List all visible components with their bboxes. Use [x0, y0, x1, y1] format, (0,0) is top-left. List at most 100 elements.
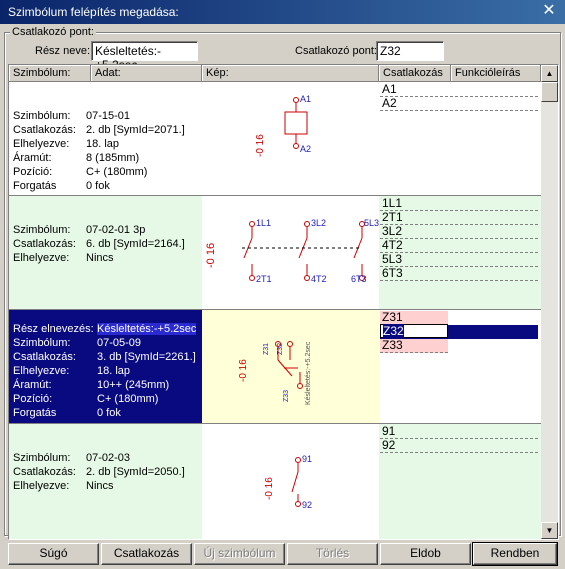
- discard-button[interactable]: Eldob: [380, 543, 471, 565]
- row-info: Szimbólum: 07-02-03 Csatlakozás: 2. db [Sy…: [9, 424, 202, 539]
- connection-edit-input[interactable]: Z32: [380, 324, 448, 338]
- connection-item[interactable]: 3L2: [380, 225, 538, 239]
- field-key: Áramút:: [13, 152, 52, 164]
- contact-symbol: -0 16 91 92: [264, 454, 312, 510]
- header-data[interactable]: Adat:: [91, 65, 202, 82]
- field-value: 10++ (245mm): [97, 379, 170, 391]
- connection-item[interactable]: Z33: [380, 339, 448, 353]
- part-name-label: Rész neve:: [35, 45, 91, 57]
- group-label: Csatlakozó pont:: [10, 26, 96, 38]
- connection-item[interactable]: 1L1: [380, 197, 538, 211]
- connection-item[interactable]: 4T2: [380, 239, 538, 253]
- field-value: C+ (180mm): [86, 166, 148, 178]
- title-bar: Szimbólum felépítés megadása: ✕: [0, 0, 565, 24]
- header-picture[interactable]: Kép:: [202, 65, 379, 82]
- delete-button[interactable]: Törlés: [287, 543, 378, 565]
- pin-label: 6T3: [351, 274, 367, 284]
- scroll-down-icon[interactable]: ▼: [541, 522, 558, 539]
- field-value: Késleltetés:-+5.2sec: [97, 323, 197, 335]
- field-value: 18. lap: [97, 365, 131, 377]
- field-value: 0 fok: [97, 407, 121, 419]
- conn-point-input[interactable]: Z32: [376, 41, 444, 61]
- field-key: Csatlakozás:: [13, 124, 76, 136]
- conn-point-label: Csatlakozó pont:: [295, 45, 377, 57]
- close-icon[interactable]: ✕: [541, 3, 557, 19]
- connection-item[interactable]: 6T3: [380, 267, 538, 281]
- header-function[interactable]: Funkcióleírás: [451, 65, 541, 82]
- window-title: Szimbólum felépítés megadása:: [8, 5, 179, 19]
- field-key: Szimbólum:: [13, 224, 71, 236]
- field-value: Nincs: [86, 252, 114, 264]
- symbol-picture: -0 16 Z31 Z32 Z33 Késleltetés:-+5.2sec: [202, 310, 379, 423]
- field-key: Pozíció:: [13, 393, 53, 405]
- pin-label: 5L3: [364, 218, 379, 228]
- field-key: Pozíció:: [13, 166, 53, 178]
- field-value: 07-15-01: [86, 110, 131, 122]
- field-value: 07-02-03: [86, 452, 131, 464]
- ok-button[interactable]: Rendben: [472, 542, 558, 566]
- table-row[interactable]: Szimbólum: 07-15-01 Csatlakozás: 2. db [Sy…: [9, 82, 541, 196]
- symbol-label: -0 16: [238, 359, 249, 382]
- connection-item[interactable]: A1: [380, 83, 538, 97]
- symbol-label: -0 16: [255, 134, 266, 157]
- connection-item[interactable]: A2: [380, 97, 538, 111]
- row-info: Szimbólum: 07-15-01 Csatlakozás: 2. db [Sy…: [9, 82, 202, 195]
- field-value: 18. lap: [86, 138, 120, 150]
- connection-list: A1 A2: [379, 82, 541, 195]
- field-value: 2. db [SymId=2071.]: [86, 124, 185, 136]
- field-value: 8 (185mm): [86, 152, 140, 164]
- pin-label: 2T1: [256, 274, 272, 284]
- field-value: Nincs: [86, 480, 114, 492]
- pin-label: 92: [302, 500, 312, 510]
- scroll-thumb[interactable]: [541, 82, 558, 102]
- contactor-symbol: -0 16 1L1 3L2 5L3 2T1 4T2 6T3: [205, 218, 379, 284]
- part-name-input[interactable]: Késleltetés:-+5.2sec: [91, 41, 198, 72]
- symbol-picture: -0 16 91 92: [202, 424, 379, 539]
- field-key: Rész elnevezés:: [13, 323, 94, 335]
- field-key: Áramút:: [13, 379, 52, 391]
- field-value: 2. db [SymId=2050.]: [86, 466, 185, 478]
- field-key: Csatlakozás:: [13, 351, 76, 363]
- field-key: Elhelyezve:: [13, 138, 70, 150]
- pin-label: A2: [300, 144, 311, 154]
- connection-item[interactable]: Z31: [380, 311, 448, 325]
- field-value: 0 fok: [86, 180, 110, 192]
- timer-contact-symbol: -0 16 Z31 Z32 Z33 Késleltetés:-+5.2sec: [238, 341, 312, 405]
- pin-label: Z31: [263, 343, 270, 355]
- field-key: Szimbólum:: [13, 110, 71, 122]
- field-value: 6. db [SymId=2164.]: [86, 238, 185, 250]
- field-key: Elhelyezve:: [13, 480, 70, 492]
- connection-list: 91 92: [379, 424, 541, 539]
- connection-list: 1L1 2T1 3L2 4T2 5L3 6T3: [379, 196, 541, 309]
- field-key: Szimbólum:: [13, 452, 71, 464]
- new-symbol-button[interactable]: Új szimbólum: [194, 543, 285, 565]
- row-info: Szimbólum: 07-02-01 3p Csatlakozás: 6. db …: [9, 196, 202, 309]
- field-key: Csatlakozás:: [13, 238, 76, 250]
- symbol-table: Szimbólum: Adat: Kép: Csatlakozás Funkci…: [8, 64, 559, 540]
- connection-item[interactable]: 2T1: [380, 211, 538, 225]
- coil-symbol: -0 16 A1 A2: [255, 94, 311, 157]
- help-button[interactable]: Súgó: [8, 543, 99, 565]
- vertical-scrollbar[interactable]: ▲ ▼: [541, 65, 558, 539]
- connection-item[interactable]: 5L3: [380, 253, 538, 267]
- connection-item[interactable]: 92: [380, 439, 538, 453]
- pin-label: A1: [300, 94, 311, 104]
- pin-label: Z32: [277, 343, 284, 355]
- connection-list: Z31 Z32 Z33: [379, 310, 541, 423]
- pin-label: 91: [302, 454, 312, 464]
- row-info: Rész elnevezés: Késleltetés:-+5.2sec Szim…: [9, 310, 202, 423]
- table-row[interactable]: Szimbólum: 07-02-03 Csatlakozás: 2. db [Sy…: [9, 424, 541, 539]
- scroll-up-icon[interactable]: ▲: [541, 65, 558, 82]
- pin-label: Z33: [283, 390, 290, 402]
- header-connection[interactable]: Csatlakozás: [379, 65, 451, 82]
- header-symbol[interactable]: Szimbólum:: [9, 65, 91, 82]
- connection-item[interactable]: 91: [380, 425, 538, 439]
- connection-button[interactable]: Csatlakozás: [101, 543, 192, 565]
- table-row-selected[interactable]: Rész elnevezés: Késleltetés:-+5.2sec Szim…: [9, 310, 541, 424]
- symbol-note: Késleltetés:-+5.2sec: [305, 341, 312, 405]
- table-row[interactable]: Szimbólum: 07-02-01 3p Csatlakozás: 6. db …: [9, 196, 541, 310]
- field-value: 07-05-09: [97, 337, 142, 349]
- symbol-picture: -0 16 A1 A2: [202, 82, 379, 195]
- field-key: Forgatás: [13, 180, 57, 192]
- pin-label: 1L1: [256, 218, 271, 228]
